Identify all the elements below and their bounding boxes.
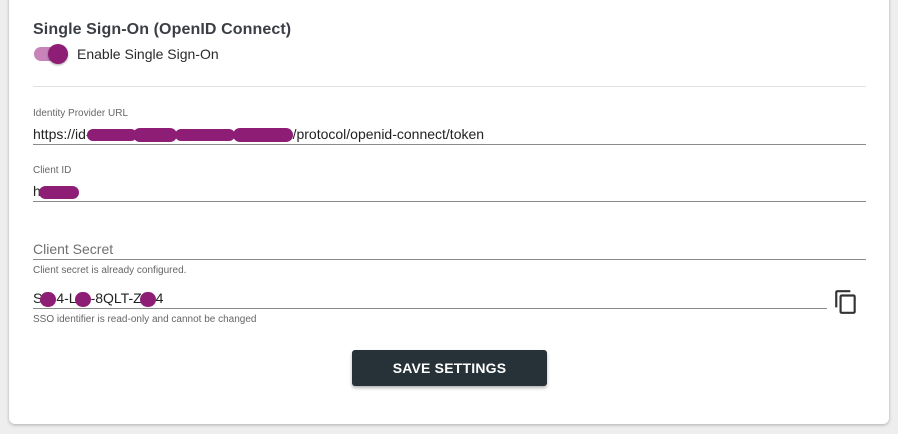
client-secret-hint: Client secret is already configured.: [33, 265, 187, 276]
url-value-prefix: https://id-: [33, 126, 91, 142]
sso-identifier-input: S 4-L -8QLT-Z 4: [33, 288, 827, 309]
redaction-mark: [132, 128, 177, 143]
enable-sso-toggle[interactable]: [33, 43, 69, 65]
section-divider: [33, 86, 866, 87]
client-id-input[interactable]: h: [33, 181, 866, 202]
redaction-mark: [139, 291, 156, 307]
sso-id-part-2: 4-L: [56, 290, 77, 306]
copy-sso-identifier-button[interactable]: [833, 289, 859, 315]
redaction-mark: [86, 129, 137, 142]
toggle-thumb: [48, 44, 68, 64]
identity-provider-url-label: Identity Provider URL: [33, 108, 129, 119]
identity-provider-url-input[interactable]: https://id- /protocol/openid-connect/toke…: [33, 124, 866, 145]
redaction-mark: [38, 185, 79, 199]
identity-provider-url-field: Identity Provider URL https://id- /protoc…: [33, 107, 866, 145]
sso-identifier-field: S 4-L -8QLT-Z 4 SSO identifier is read-only…: [33, 284, 827, 326]
copy-icon: [835, 290, 856, 314]
redaction-mark: [40, 291, 57, 307]
enable-sso-label: Enable Single Sign-On: [77, 46, 219, 62]
client-secret-field: Client Secret Client secret is already c…: [33, 239, 866, 277]
redaction-mark: [74, 291, 91, 307]
sso-id-part-4: 4: [155, 290, 164, 306]
client-id-field: Client ID h: [33, 164, 866, 202]
sso-id-part-3: -8QLT-Z: [90, 290, 142, 306]
sso-settings-card: Single Sign-On (OpenID Connect) Enable S…: [9, 0, 889, 424]
save-settings-button[interactable]: SAVE SETTINGS: [352, 350, 547, 386]
client-id-label: Client ID: [33, 165, 72, 176]
enable-sso-row: Enable Single Sign-On: [33, 43, 219, 65]
redaction-mark: [174, 129, 235, 142]
sso-identifier-hint: SSO identifier is read-only and cannot b…: [33, 314, 257, 325]
client-secret-input[interactable]: Client Secret: [33, 239, 866, 260]
redaction-mark: [232, 128, 293, 143]
url-value-suffix: /protocol/openid-connect/token: [292, 126, 485, 142]
section-title: Single Sign-On (OpenID Connect): [33, 21, 292, 38]
